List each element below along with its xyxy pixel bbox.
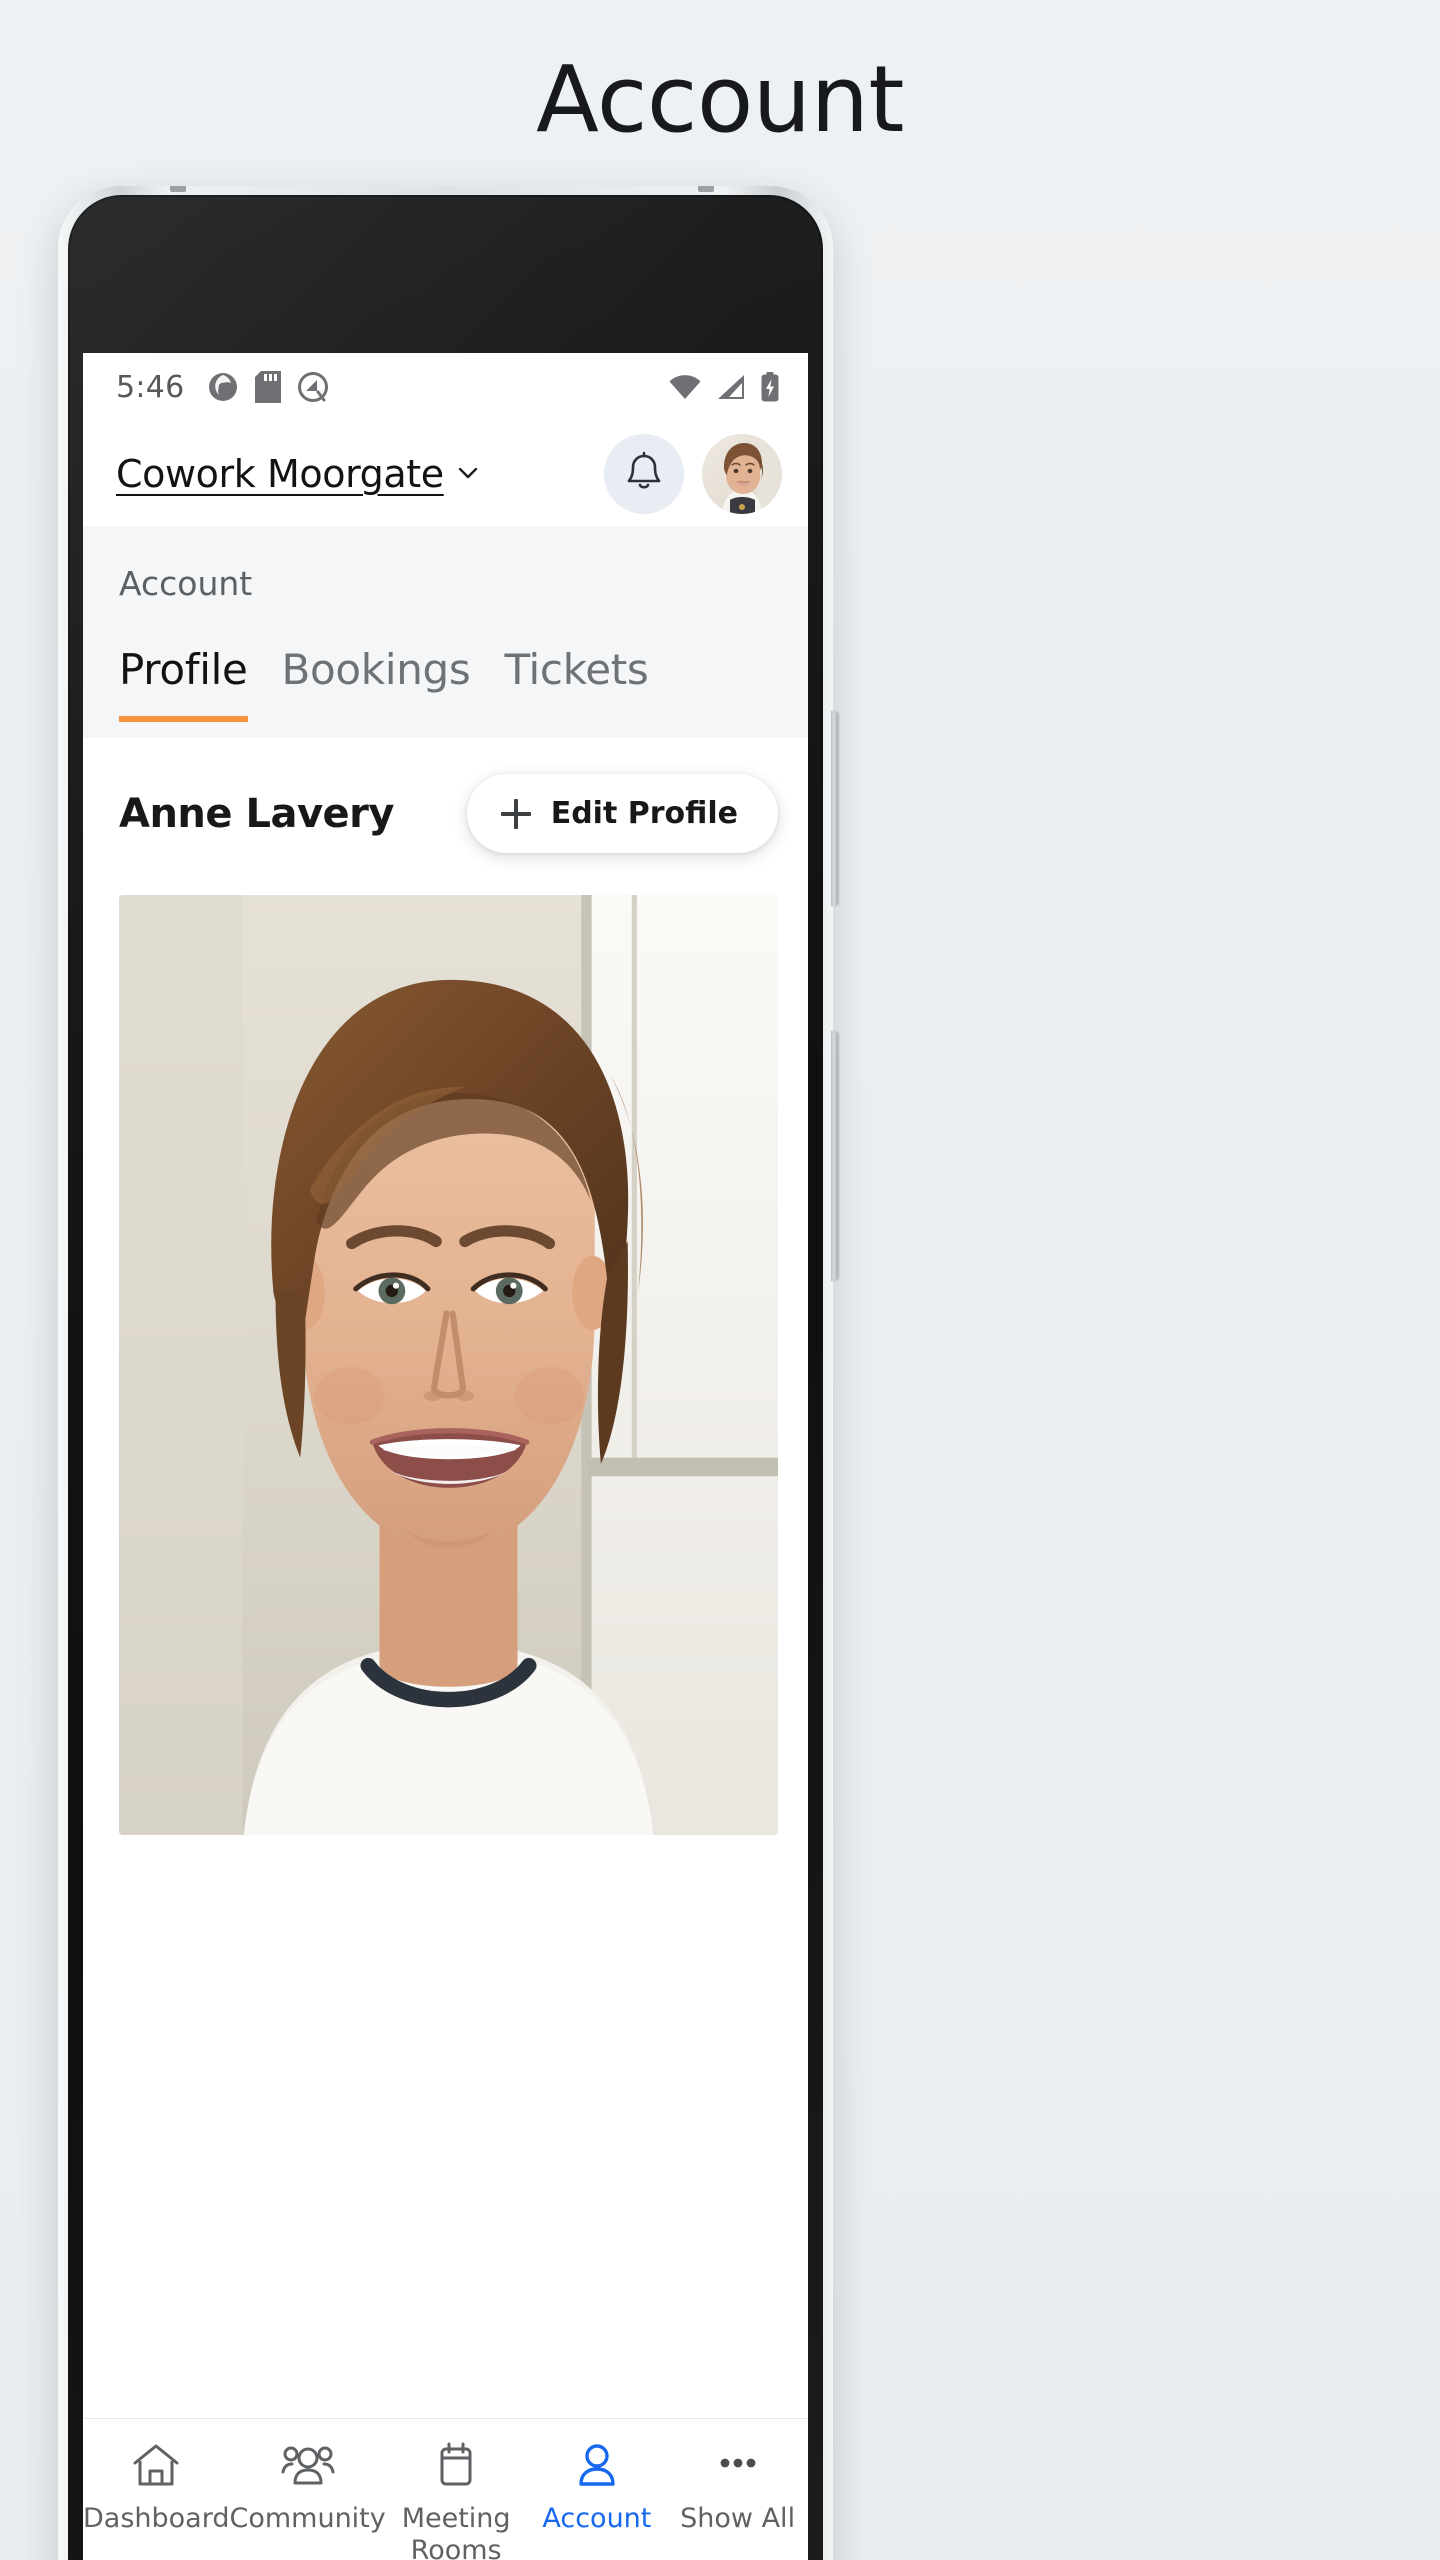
page-title: Account <box>536 46 904 153</box>
section-label: Account <box>119 564 253 603</box>
wifi-icon <box>668 374 702 400</box>
profile-photo-wrap <box>83 883 808 1835</box>
bell-icon <box>624 451 664 496</box>
ellipsis-icon <box>711 2441 765 2489</box>
tab-bar: Profile Bookings Tickets <box>83 603 808 722</box>
status-bar-right-icons <box>668 372 780 402</box>
app-notification-icon <box>207 371 239 403</box>
phone-top-rim-mark-right <box>698 186 714 192</box>
nav-item-meeting-rooms[interactable]: Meeting Rooms <box>386 2441 527 2560</box>
sd-card-icon <box>254 371 281 403</box>
band-spacer <box>83 722 808 738</box>
venue-selector[interactable]: Cowork Moorgate <box>116 452 480 496</box>
tab-bookings[interactable]: Bookings <box>282 645 471 722</box>
profile-photo[interactable] <box>119 895 778 1835</box>
status-bar: 5:46 <box>83 353 808 421</box>
venue-name: Cowork Moorgate <box>116 451 444 496</box>
status-bar-clock: 5:46 <box>116 369 185 405</box>
nav-label-meeting-rooms: Meeting Rooms <box>401 2503 511 2560</box>
nav-label-account: Account <box>542 2503 652 2534</box>
bottom-navigation: Dashboard Community Meeting Rooms Accoun… <box>83 2418 808 2560</box>
person-icon <box>570 2441 624 2489</box>
nav-label-community: Community <box>229 2503 386 2534</box>
header-actions <box>604 433 782 514</box>
power-button[interactable] <box>831 1031 838 1281</box>
chevron-down-icon <box>456 461 480 485</box>
avatar[interactable] <box>702 433 782 514</box>
tab-tickets[interactable]: Tickets <box>504 645 648 722</box>
nav-label-dashboard: Dashboard <box>83 2503 230 2534</box>
profile-name: Anne Lavery <box>119 790 394 837</box>
home-icon <box>129 2441 183 2489</box>
plus-icon <box>500 798 531 829</box>
cellular-signal-icon <box>716 374 746 400</box>
calendar-icon <box>429 2441 483 2489</box>
tab-profile[interactable]: Profile <box>119 645 248 722</box>
nav-label-show-all: Show All <box>680 2503 796 2534</box>
phone-top-rim-mark-left <box>170 186 186 192</box>
nav-item-dashboard[interactable]: Dashboard <box>83 2441 229 2535</box>
edit-profile-button[interactable]: Edit Profile <box>466 774 778 853</box>
nav-item-account[interactable]: Account <box>527 2441 668 2535</box>
nav-item-show-all[interactable]: Show All <box>667 2441 808 2535</box>
app-badge-icon <box>297 371 329 403</box>
phone-screen: 5:46 Cowork Moorgate Account Profile Boo… <box>83 353 808 2560</box>
volume-button[interactable] <box>831 711 838 906</box>
app-header: Cowork Moorgate <box>83 421 808 526</box>
nav-item-community[interactable]: Community <box>229 2441 386 2535</box>
edit-profile-label: Edit Profile <box>550 796 738 831</box>
phone-frame: 5:46 Cowork Moorgate Account Profile Boo… <box>58 186 838 2560</box>
people-icon <box>281 2441 335 2489</box>
battery-charging-icon <box>760 372 780 402</box>
account-section-band: Account Profile Bookings Tickets <box>83 526 808 722</box>
status-bar-left-icons <box>207 371 329 403</box>
profile-header: Anne Lavery Edit Profile <box>83 738 808 883</box>
notifications-button[interactable] <box>604 433 684 514</box>
